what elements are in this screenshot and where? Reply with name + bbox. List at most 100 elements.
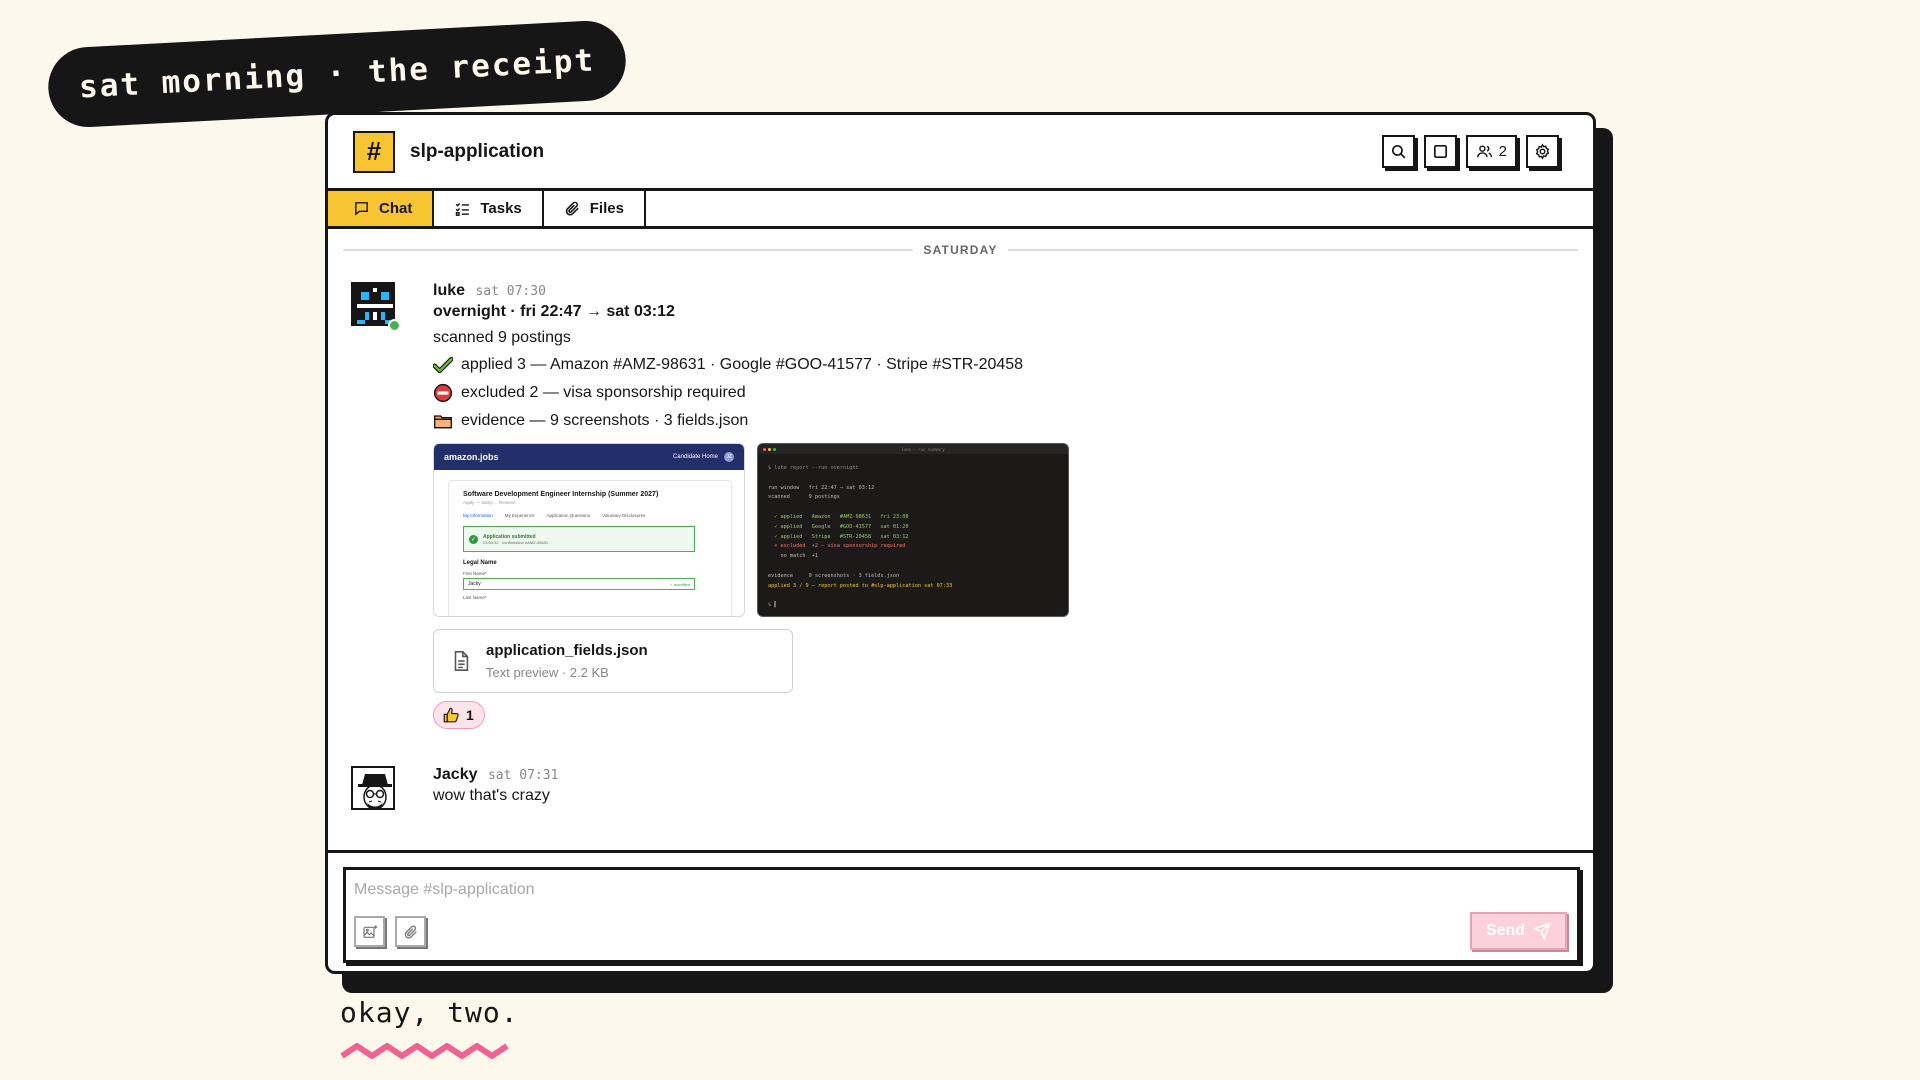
terminal-line: applied 3 / 9 — report posted to #slp-ap… — [768, 582, 953, 589]
document-icon — [454, 651, 469, 671]
tab-tasks[interactable]: Tasks — [434, 191, 544, 226]
squiggle-underline-icon — [340, 1043, 509, 1059]
check-mark-icon — [433, 356, 453, 374]
terminal-line: ✓ applied Google #GOO-41577 sat 01:20 — [768, 523, 909, 530]
file-attachment[interactable]: application_fields.json Text preview · 2… — [433, 629, 793, 693]
panel-button[interactable] — [1423, 135, 1457, 168]
hash-icon: # — [366, 136, 382, 166]
chat-window: # slp-application 2 Chat Tasks Files SAT… — [325, 112, 1596, 974]
attach-file-button[interactable] — [395, 916, 426, 947]
paperclip-icon — [404, 925, 417, 938]
settings-button[interactable] — [1526, 135, 1559, 168]
message-line-applied: applied 3 — Amazon #AMZ-98631 · Google #… — [433, 355, 1069, 375]
amazon-job-title: Software Development Engineer Internship… — [463, 491, 659, 498]
message-list: SATURDAY luke sat 07:30 overnight · fri … — [328, 229, 1593, 853]
message-time: sat 07:31 — [487, 768, 559, 783]
search-button[interactable] — [1381, 135, 1415, 168]
checklist-icon — [455, 203, 470, 216]
message-text: wow that's crazy — [433, 787, 550, 804]
terminal-line: $ luke report --run overnight — [768, 465, 859, 471]
chat-bubble-icon — [355, 202, 368, 216]
channel-title: slp-application — [410, 140, 545, 162]
terminal-line: ✓ applied Stripe #STR-20458 sat 03:12 — [768, 533, 909, 540]
author-name[interactable]: luke — [433, 282, 465, 299]
members-button[interactable]: 2 — [1465, 135, 1517, 168]
image-plus-icon — [362, 924, 377, 938]
amazon-form-card: Software Development Engineer Internship… — [448, 480, 732, 616]
caption-text: okay, two. — [340, 996, 519, 1029]
send-arrow-icon — [1533, 922, 1551, 940]
members-count: 2 — [1498, 143, 1507, 160]
terminal-line: ✓ applied Amazon #AMZ-98631 fri 23:08 — [768, 513, 909, 520]
amazon-success-detail: 03:03:32 · confirmation #AMZ-98631 — [483, 539, 549, 545]
success-check-icon: ✓ — [469, 534, 478, 544]
channel-tabs: Chat Tasks Files — [328, 191, 1593, 229]
terminal-line: scanned 9 postings — [768, 494, 840, 501]
avatar-luke[interactable] — [351, 282, 395, 326]
channel-hash-badge: # — [353, 130, 395, 173]
reaction-count: 1 — [466, 707, 474, 723]
amazon-step-4: Voluntary Disclosures — [602, 513, 646, 518]
add-image-button[interactable] — [354, 916, 385, 947]
square-icon — [1433, 144, 1447, 159]
applied-text: applied 3 — Amazon #AMZ-98631 · Google #… — [461, 356, 1024, 373]
terminal-line: no match +1 — [768, 553, 818, 560]
day-divider: SATURDAY — [343, 243, 1578, 257]
message-line-scanned: scanned 9 postings — [433, 329, 571, 346]
amazon-last-name-label: Last Name* — [463, 595, 487, 600]
file-name: application_fields.json — [486, 642, 648, 659]
send-button[interactable]: Send — [1470, 912, 1567, 950]
terminal-output: $ luke report --run overnight run window… — [758, 454, 1068, 616]
thumbs-up-icon — [443, 707, 459, 723]
terminal-titlebar: luke — run summary — [758, 444, 1068, 454]
robot-avatar-icon — [353, 284, 393, 324]
excluded-text: excluded 2 — visa sponsorship required — [461, 384, 746, 401]
send-label: Send — [1485, 922, 1526, 939]
message-time: sat 07:30 — [475, 284, 546, 299]
day-label: SATURDAY — [923, 243, 998, 257]
sketch-face-avatar-icon — [353, 768, 393, 808]
tab-tasks-label: Tasks — [480, 200, 522, 217]
terminal-line: evidence 9 screenshots · 3 fields.json — [768, 572, 900, 579]
users-icon — [1476, 145, 1492, 158]
screenshot-amazon-application[interactable]: amazon.jobs Candidate Home JZ Software D… — [433, 443, 745, 617]
terminal-line: × excluded +2 — visa sponsorship require… — [768, 543, 906, 550]
amazon-avatar: JZ — [724, 452, 734, 462]
amazon-apply-line: Apply — Jacky ... Resume — [463, 500, 516, 505]
amazon-first-name-label: First Name* — [463, 571, 487, 576]
author-name[interactable]: Jacky — [433, 766, 478, 783]
message-body: Jacky sat 07:31 wow that's crazy — [433, 766, 558, 805]
amazon-nav-link: Candidate Home — [672, 454, 718, 460]
tab-chat[interactable]: Chat — [328, 191, 435, 226]
terminal-title: luke — run summary — [901, 446, 945, 452]
message-composer: Send — [343, 867, 1580, 963]
terminal-line: run window fri 22:47 → sat 03:12 — [768, 484, 875, 491]
channel-header: # slp-application 2 — [328, 115, 1593, 191]
message-body: luke sat 07:30 overnight · fri 22:47 → s… — [433, 282, 1069, 729]
message-line-excluded: excluded 2 — visa sponsorship required — [433, 383, 1069, 403]
sticker-text: sat morning · the receipt — [78, 42, 596, 106]
avatar-jacky[interactable] — [351, 766, 395, 810]
message-input[interactable] — [354, 878, 1254, 902]
header-actions: 2 — [1381, 135, 1559, 168]
screenshot-attachments: amazon.jobs Candidate Home JZ Software D… — [433, 443, 1069, 617]
paperclip-icon — [565, 201, 579, 216]
amazon-step-1: My Information — [463, 513, 493, 518]
amazon-first-name-field: Jacky ✓ autofilled — [463, 578, 695, 590]
tab-files-label: Files — [589, 200, 624, 217]
file-meta: Text preview · 2.2 KB — [486, 665, 609, 680]
amazon-step-3: Application Questions — [546, 513, 591, 518]
amazon-first-name-value: Jacky — [468, 581, 481, 587]
message-line-overnight: overnight · fri 22:47 → sat 03:12 — [433, 303, 675, 320]
amazon-section-title: Legal Name — [463, 560, 497, 566]
tab-files[interactable]: Files — [544, 191, 646, 226]
terminal-line: $ ▌ — [768, 602, 778, 609]
evidence-text: evidence — 9 screenshots · 3 fields.json — [461, 412, 749, 429]
amazon-success-banner: ✓ Application submitted 03:03:32 · confi… — [463, 526, 695, 552]
reaction-thumbs-up[interactable]: 1 — [433, 701, 485, 729]
screenshot-terminal-summary[interactable]: luke — run summary $ luke report --run o… — [757, 443, 1069, 617]
